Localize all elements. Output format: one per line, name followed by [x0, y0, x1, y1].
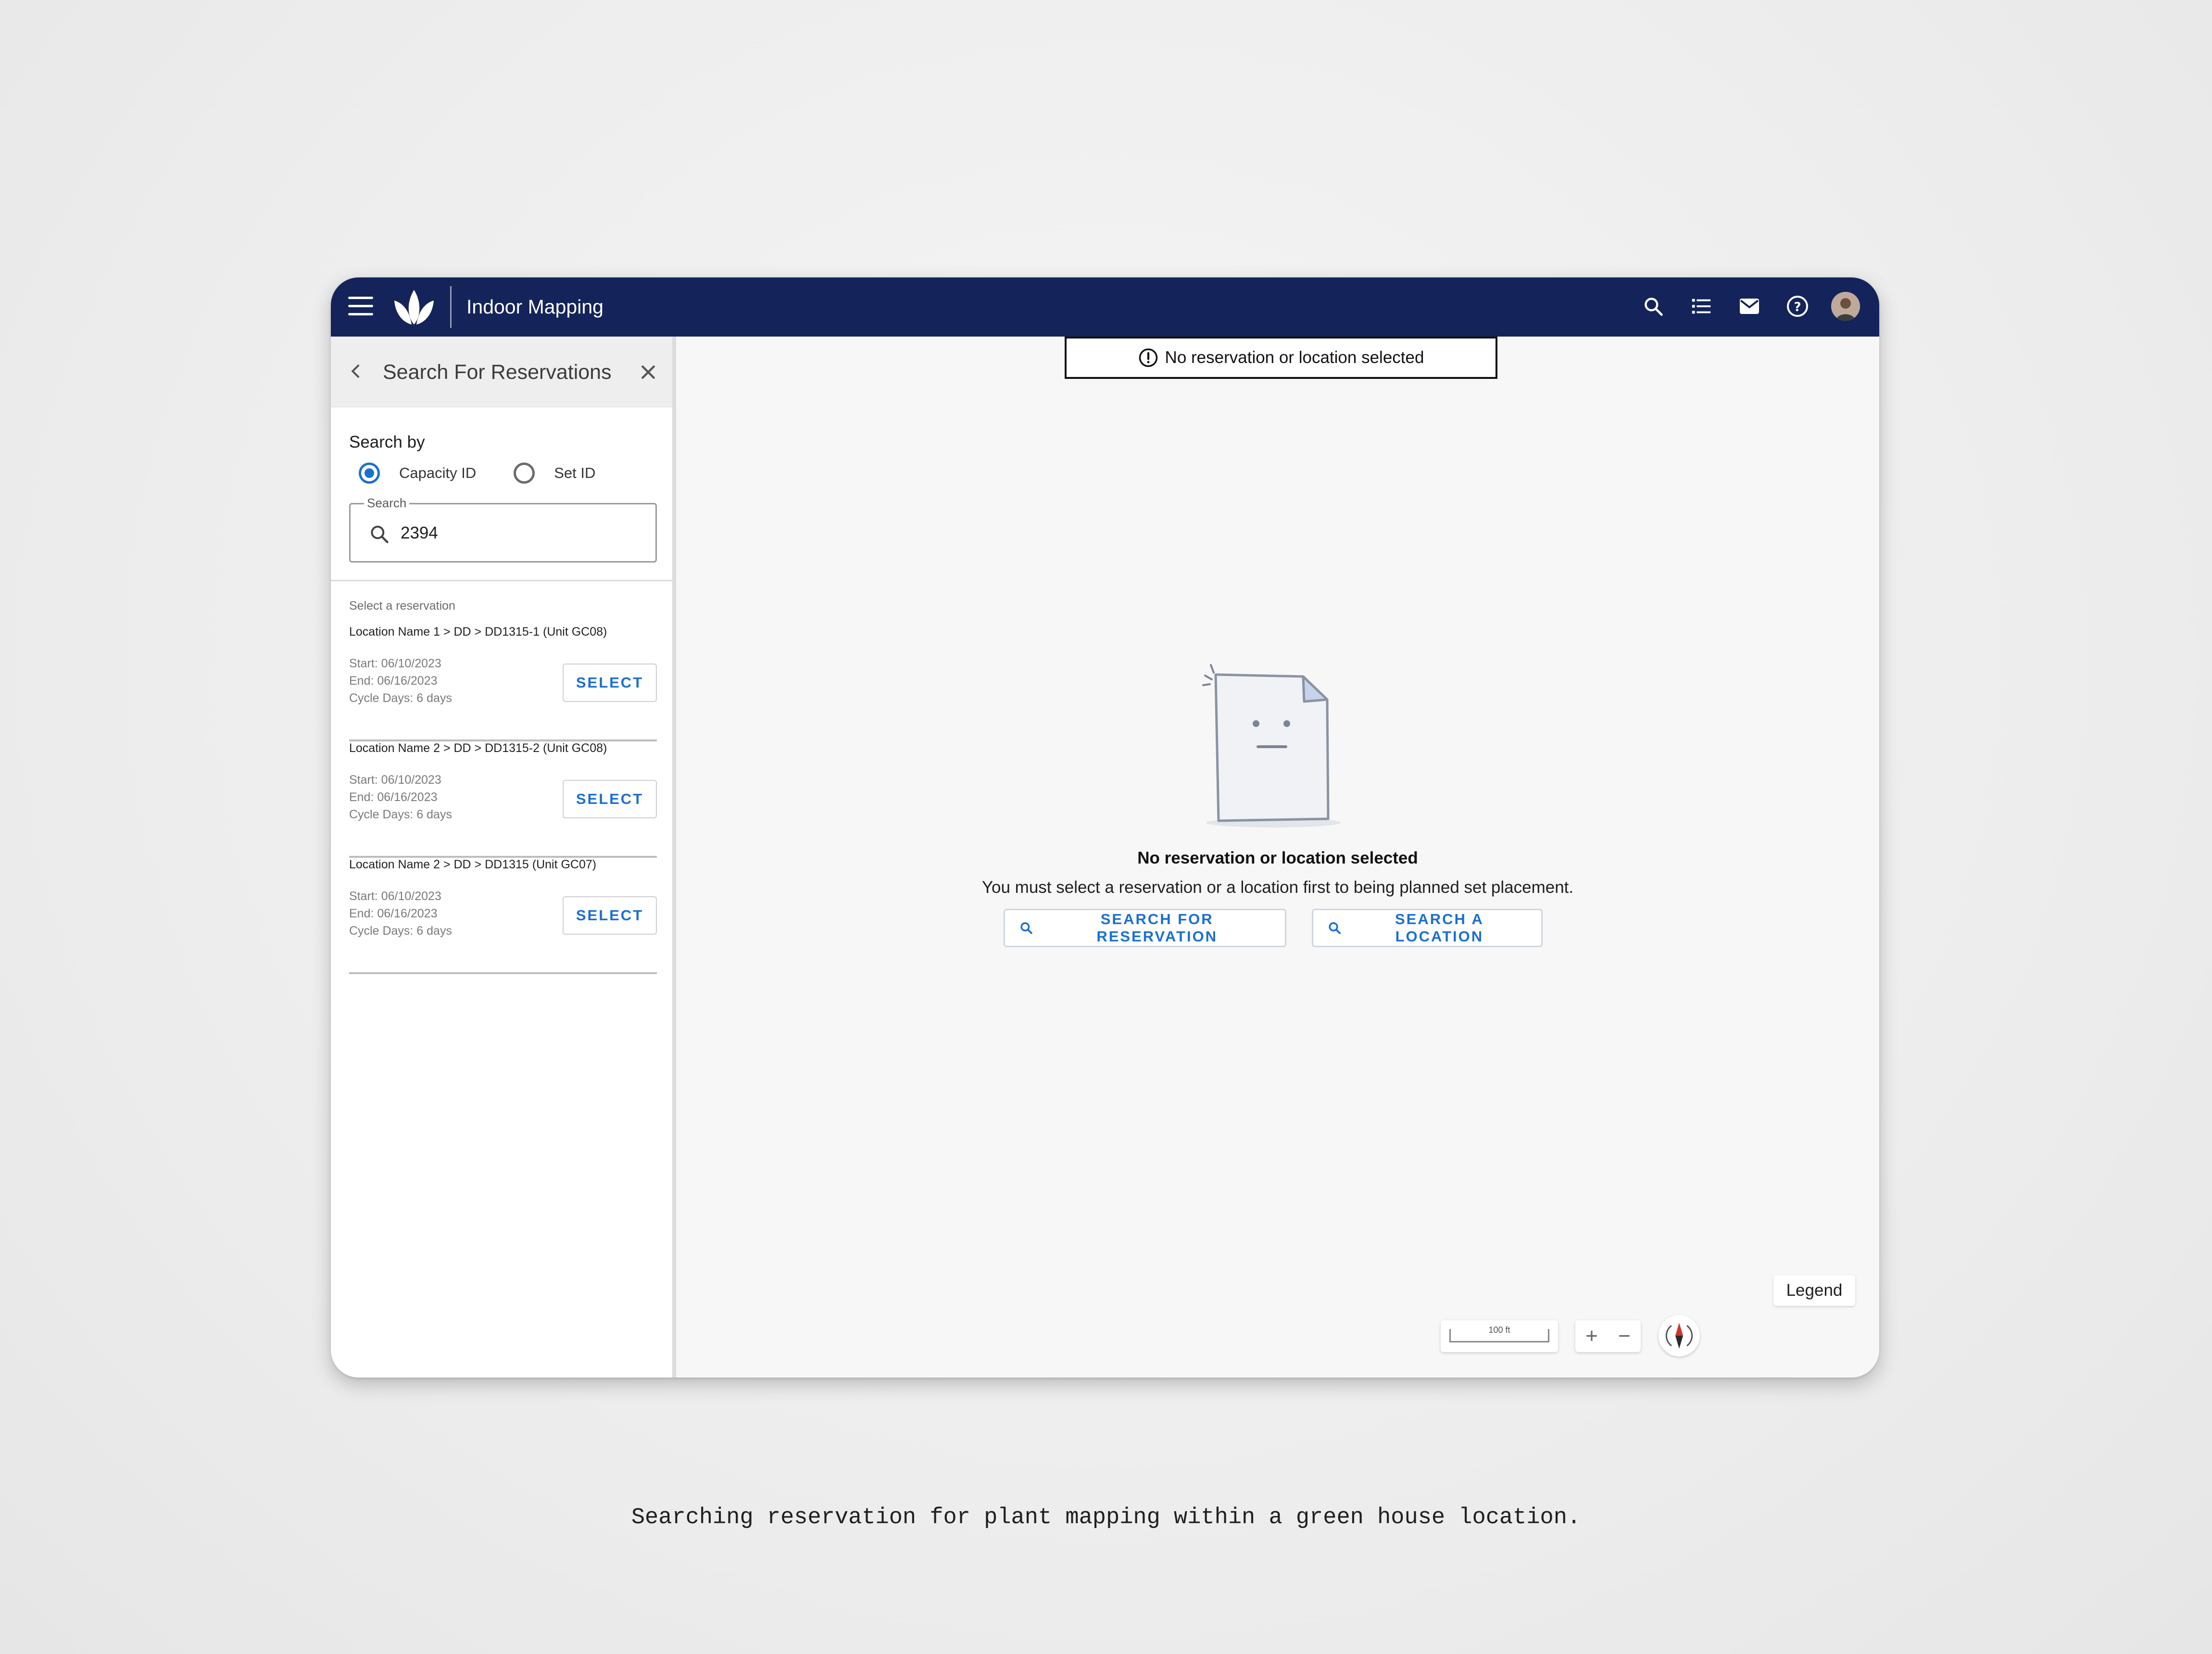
image-caption: Searching reservation for plant mapping …: [631, 1505, 1581, 1530]
reservation-meta: Start: 06/10/2023 End: 06/16/2023 Cycle …: [349, 888, 452, 940]
reservation-end: End: 06/16/2023: [349, 790, 438, 804]
panel-title: Search For Reservations: [383, 361, 612, 384]
reservation-start: Start: 06/10/2023: [349, 890, 441, 903]
reservation-meta: Start: 06/10/2023 End: 06/16/2023 Cycle …: [349, 771, 452, 823]
empty-state-description: You must select a reservation or a locat…: [981, 878, 1574, 897]
reservation-title: Location Name 2 > DD > DD1315 (Unit GC07…: [349, 858, 597, 871]
zoom-controls: + −: [1575, 1320, 1641, 1352]
reservation-meta: Start: 06/10/2023 End: 06/16/2023 Cycle …: [349, 655, 452, 707]
search-icon: [1020, 922, 1032, 934]
back-chevron-icon[interactable]: [346, 362, 365, 381]
search-icon[interactable]: [1639, 292, 1668, 321]
compass-icon[interactable]: [1659, 1315, 1700, 1356]
status-banner: No reservation or location selected: [1065, 337, 1497, 379]
set-id-label[interactable]: Set ID: [554, 464, 595, 482]
search-a-location-button[interactable]: SEARCH A LOCATION: [1312, 909, 1543, 947]
search-by-label: Search by: [349, 433, 425, 451]
reservation-title: Location Name 1 > DD > DD1315-1 (Unit GC…: [349, 625, 607, 639]
select-reservation-button[interactable]: SELECT: [563, 896, 657, 935]
status-banner-text: No reservation or location selected: [1165, 348, 1424, 367]
hamburger-menu-icon[interactable]: [348, 297, 373, 317]
alert-circle-icon: [1139, 348, 1157, 367]
help-icon[interactable]: ?: [1783, 292, 1812, 321]
reservation-cycle: Cycle Days: 6 days: [349, 808, 452, 821]
close-icon[interactable]: [639, 363, 658, 382]
reservation-end: End: 06/16/2023: [349, 907, 438, 920]
zoom-out-button[interactable]: −: [1612, 1322, 1636, 1351]
map-canvas[interactable]: No reservation or location selected No r…: [676, 337, 1879, 1378]
search-field: Search: [349, 496, 657, 563]
empty-document-illustration: [1202, 664, 1341, 827]
app-window: Indoor Mapping ? Search For Reservations: [331, 277, 1879, 1378]
reservation-item: Location Name 2 > DD > DD1315-2 (Unit GC…: [349, 741, 657, 858]
reservation-cycle: Cycle Days: 6 days: [349, 691, 452, 705]
top-bar-actions: ?: [1639, 292, 1860, 321]
reservation-start: Start: 06/10/2023: [349, 657, 441, 670]
search-for-reservation-button[interactable]: SEARCH FOR RESERVATION: [1004, 909, 1286, 947]
panel-divider: [331, 580, 672, 581]
user-avatar[interactable]: [1831, 292, 1860, 321]
select-reservation-label: Select a reservation: [349, 599, 455, 613]
leaf-logo-icon: [394, 290, 434, 325]
scale-label: 100 ft: [1488, 1325, 1510, 1335]
capacity-id-radio[interactable]: [359, 463, 380, 484]
search-field-legend: Search: [364, 496, 410, 511]
search-icon: [1329, 922, 1341, 934]
svg-text:?: ?: [1794, 300, 1801, 314]
reservation-item: Location Name 2 > DD > DD1315 (Unit GC07…: [349, 858, 657, 974]
map-scale-bar: 100 ft: [1441, 1320, 1558, 1352]
reservation-cycle: Cycle Days: 6 days: [349, 924, 452, 938]
app-title: Indoor Mapping: [466, 296, 603, 318]
select-reservation-button[interactable]: SELECT: [563, 780, 657, 818]
list-icon[interactable]: [1687, 292, 1716, 321]
capacity-id-label[interactable]: Capacity ID: [399, 464, 476, 482]
reservation-end: End: 06/16/2023: [349, 674, 438, 688]
search-icon: [371, 526, 389, 543]
reservation-item: Location Name 1 > DD > DD1315-1 (Unit GC…: [349, 625, 657, 741]
reservation-title: Location Name 2 > DD > DD1315-2 (Unit GC…: [349, 741, 607, 755]
empty-state-title: No reservation or location selected: [1137, 849, 1418, 867]
reservation-search-panel: Search For Reservations Search by Capaci…: [331, 337, 676, 1378]
legend-button[interactable]: Legend: [1773, 1275, 1855, 1306]
reservation-start: Start: 06/10/2023: [349, 773, 441, 787]
search-type-radio-group: Capacity ID Set ID: [359, 463, 595, 484]
search-input[interactable]: [401, 519, 641, 548]
zoom-in-button[interactable]: +: [1580, 1322, 1604, 1351]
set-id-radio[interactable]: [514, 463, 535, 484]
search-for-reservation-label: SEARCH FOR RESERVATION: [1096, 911, 1218, 945]
select-reservation-button[interactable]: SELECT: [563, 664, 657, 702]
search-a-location-label: SEARCH A LOCATION: [1395, 911, 1484, 945]
mail-icon[interactable]: [1735, 292, 1764, 321]
top-app-bar: Indoor Mapping ?: [331, 277, 1879, 337]
title-divider: [450, 286, 452, 328]
panel-header: Search For Reservations: [331, 337, 672, 407]
